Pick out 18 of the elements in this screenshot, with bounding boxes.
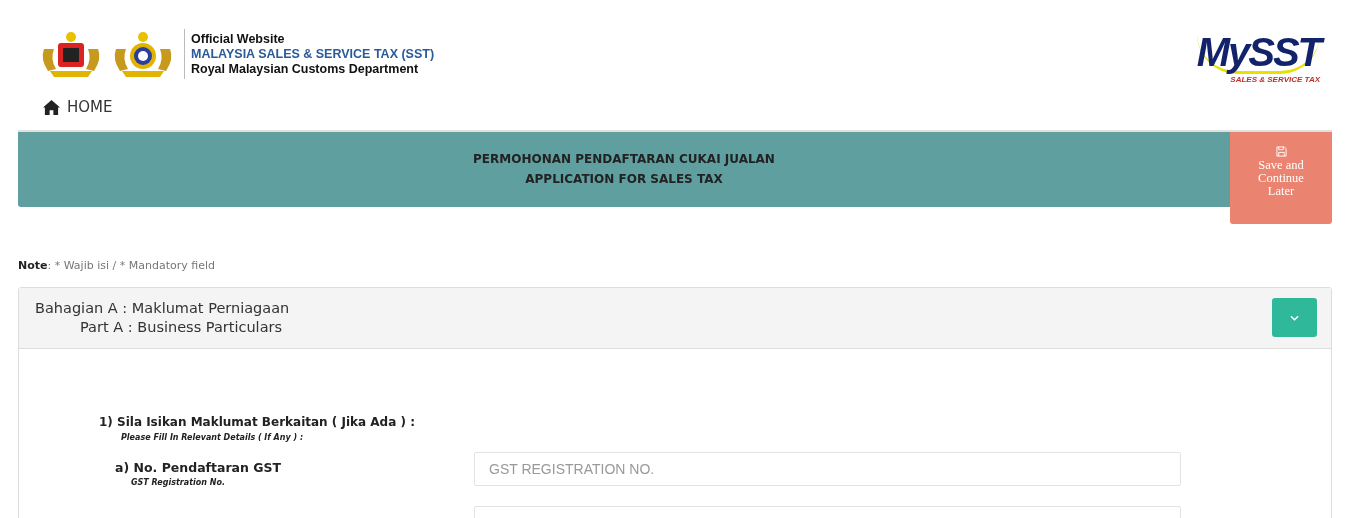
field-sublabel: GST Registration No.	[130, 476, 226, 487]
question-subtitle: Please Fill In Relevant Details ( If Any ) :	[120, 431, 305, 442]
expand-button[interactable]	[1272, 298, 1317, 337]
home-icon	[42, 98, 61, 116]
field-label: a) No. Pendaftaran GST	[115, 459, 283, 475]
question-title: 1) Sila Isikan Maklumat Berkaitan ( Jika Ada ) :	[99, 414, 416, 429]
site-title: MALAYSIA SALES & SERVICE TAX (SST)	[191, 46, 435, 62]
section-title: Bahagian A : Maklumat Perniagaan	[35, 298, 290, 318]
input-field[interactable]: GST REGISTRATION NO.	[474, 451, 1181, 486]
save-icon	[1275, 145, 1287, 157]
section-subtitle: Part A : Business Particulars	[79, 317, 284, 337]
chevron-icon	[1290, 314, 1299, 321]
banner-title: APPLICATION FOR SALES TAX	[525, 171, 723, 188]
site-label: Official Website	[191, 31, 286, 47]
banner-title: PERMOHONAN PENDAFTARAN CUKAI JUALAN	[473, 151, 775, 168]
department-name: Royal Malaysian Customs Department	[191, 61, 420, 77]
note-text: : * Wajib isi / * Mandatory field	[47, 258, 215, 272]
home-link[interactable]: HOME	[42, 98, 113, 116]
